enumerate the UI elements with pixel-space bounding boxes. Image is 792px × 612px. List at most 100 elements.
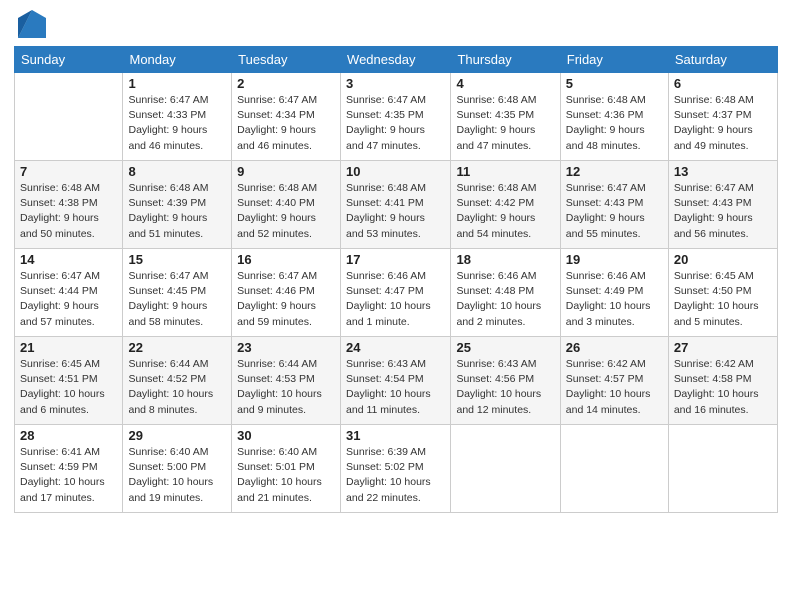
day-number: 1 bbox=[128, 76, 226, 91]
day-info: Sunrise: 6:44 AMSunset: 4:52 PMDaylight:… bbox=[128, 357, 226, 418]
calendar-cell: 15 Sunrise: 6:47 AMSunset: 4:45 PMDayligh… bbox=[123, 249, 232, 337]
day-number: 23 bbox=[237, 340, 335, 355]
weekday-header-monday: Monday bbox=[123, 47, 232, 73]
day-info: Sunrise: 6:46 AMSunset: 4:49 PMDaylight:… bbox=[566, 269, 663, 330]
calendar-cell: 1 Sunrise: 6:47 AMSunset: 4:33 PMDaylight… bbox=[123, 73, 232, 161]
day-info: Sunrise: 6:41 AMSunset: 4:59 PMDaylight:… bbox=[20, 445, 117, 506]
day-number: 13 bbox=[674, 164, 772, 179]
calendar-cell: 25Sunrise: 6:43 AMSunset: 4:56 PMDayligh… bbox=[451, 337, 560, 425]
day-number: 3 bbox=[346, 76, 445, 91]
day-number: 28 bbox=[20, 428, 117, 443]
day-number: 14 bbox=[20, 252, 117, 267]
calendar-cell: 7Sunrise: 6:48 AMSunset: 4:38 PMDaylight… bbox=[15, 161, 123, 249]
calendar-cell: 11 Sunrise: 6:48 AMSunset: 4:42 PMDayligh… bbox=[451, 161, 560, 249]
weekday-header-row: SundayMondayTuesdayWednesdayThursdayFrid… bbox=[15, 47, 778, 73]
calendar-cell: 22 Sunrise: 6:44 AMSunset: 4:52 PMDayligh… bbox=[123, 337, 232, 425]
calendar-cell: 21Sunrise: 6:45 AMSunset: 4:51 PMDayligh… bbox=[15, 337, 123, 425]
calendar-cell bbox=[668, 425, 777, 513]
day-info: Sunrise: 6:47 AMSunset: 4:33 PMDaylight:… bbox=[128, 93, 226, 154]
day-number: 10 bbox=[346, 164, 445, 179]
day-info: Sunrise: 6:47 AMSunset: 4:46 PMDaylight:… bbox=[237, 269, 335, 330]
calendar-cell: 17 Sunrise: 6:46 AMSunset: 4:47 PMDayligh… bbox=[341, 249, 451, 337]
logo bbox=[14, 10, 46, 38]
calendar-cell: 23 Sunrise: 6:44 AMSunset: 4:53 PMDayligh… bbox=[232, 337, 341, 425]
calendar-cell: 29Sunrise: 6:40 AMSunset: 5:00 PMDayligh… bbox=[123, 425, 232, 513]
day-number: 22 bbox=[128, 340, 226, 355]
calendar-cell: 13 Sunrise: 6:47 AMSunset: 4:43 PMDayligh… bbox=[668, 161, 777, 249]
week-row-4: 21Sunrise: 6:45 AMSunset: 4:51 PMDayligh… bbox=[15, 337, 778, 425]
calendar-cell bbox=[15, 73, 123, 161]
day-info: Sunrise: 6:43 AMSunset: 4:54 PMDaylight:… bbox=[346, 357, 445, 418]
day-info: Sunrise: 6:39 AMSunset: 5:02 PMDaylight:… bbox=[346, 445, 445, 506]
day-info: Sunrise: 6:47 AMSunset: 4:34 PMDaylight:… bbox=[237, 93, 335, 154]
calendar-cell: 14 Sunrise: 6:47 AMSunset: 4:44 PMDayligh… bbox=[15, 249, 123, 337]
day-number: 26 bbox=[566, 340, 663, 355]
calendar-cell: 31 Sunrise: 6:39 AMSunset: 5:02 PMDayligh… bbox=[341, 425, 451, 513]
day-number: 19 bbox=[566, 252, 663, 267]
calendar-cell: 10 Sunrise: 6:48 AMSunset: 4:41 PMDayligh… bbox=[341, 161, 451, 249]
calendar-cell: 28 Sunrise: 6:41 AMSunset: 4:59 PMDayligh… bbox=[15, 425, 123, 513]
weekday-header-wednesday: Wednesday bbox=[341, 47, 451, 73]
day-info: Sunrise: 6:42 AMSunset: 4:57 PMDaylight:… bbox=[566, 357, 663, 418]
weekday-header-friday: Friday bbox=[560, 47, 668, 73]
day-number: 12 bbox=[566, 164, 663, 179]
day-number: 21 bbox=[20, 340, 117, 355]
day-info: Sunrise: 6:48 AMSunset: 4:35 PMDaylight:… bbox=[456, 93, 554, 154]
day-number: 6 bbox=[674, 76, 772, 91]
week-row-3: 14 Sunrise: 6:47 AMSunset: 4:44 PMDayligh… bbox=[15, 249, 778, 337]
day-info: Sunrise: 6:45 AMSunset: 4:50 PMDaylight:… bbox=[674, 269, 772, 330]
day-info: Sunrise: 6:47 AMSunset: 4:35 PMDaylight:… bbox=[346, 93, 445, 154]
calendar-cell: 3 Sunrise: 6:47 AMSunset: 4:35 PMDaylight… bbox=[341, 73, 451, 161]
day-number: 15 bbox=[128, 252, 226, 267]
day-info: Sunrise: 6:47 AMSunset: 4:45 PMDaylight:… bbox=[128, 269, 226, 330]
calendar-table: SundayMondayTuesdayWednesdayThursdayFrid… bbox=[14, 46, 778, 513]
calendar-cell: 4Sunrise: 6:48 AMSunset: 4:35 PMDaylight… bbox=[451, 73, 560, 161]
day-number: 9 bbox=[237, 164, 335, 179]
day-info: Sunrise: 6:46 AMSunset: 4:47 PMDaylight:… bbox=[346, 269, 445, 330]
calendar-cell: 8 Sunrise: 6:48 AMSunset: 4:39 PMDaylight… bbox=[123, 161, 232, 249]
day-number: 29 bbox=[128, 428, 226, 443]
calendar-cell: 20 Sunrise: 6:45 AMSunset: 4:50 PMDayligh… bbox=[668, 249, 777, 337]
day-number: 8 bbox=[128, 164, 226, 179]
calendar-cell: 24 Sunrise: 6:43 AMSunset: 4:54 PMDayligh… bbox=[341, 337, 451, 425]
day-info: Sunrise: 6:48 AMSunset: 4:39 PMDaylight:… bbox=[128, 181, 226, 242]
day-number: 27 bbox=[674, 340, 772, 355]
day-info: Sunrise: 6:48 AMSunset: 4:41 PMDaylight:… bbox=[346, 181, 445, 242]
logo-icon bbox=[18, 10, 46, 38]
day-info: Sunrise: 6:47 AMSunset: 4:43 PMDaylight:… bbox=[566, 181, 663, 242]
day-number: 24 bbox=[346, 340, 445, 355]
day-number: 5 bbox=[566, 76, 663, 91]
calendar-cell: 30Sunrise: 6:40 AMSunset: 5:01 PMDayligh… bbox=[232, 425, 341, 513]
calendar-cell: 19 Sunrise: 6:46 AMSunset: 4:49 PMDayligh… bbox=[560, 249, 668, 337]
calendar-cell: 27 Sunrise: 6:42 AMSunset: 4:58 PMDayligh… bbox=[668, 337, 777, 425]
day-number: 25 bbox=[456, 340, 554, 355]
day-number: 20 bbox=[674, 252, 772, 267]
day-info: Sunrise: 6:44 AMSunset: 4:53 PMDaylight:… bbox=[237, 357, 335, 418]
calendar-cell: 16 Sunrise: 6:47 AMSunset: 4:46 PMDayligh… bbox=[232, 249, 341, 337]
day-number: 18 bbox=[456, 252, 554, 267]
day-info: Sunrise: 6:42 AMSunset: 4:58 PMDaylight:… bbox=[674, 357, 772, 418]
day-number: 30 bbox=[237, 428, 335, 443]
calendar-cell: 6 Sunrise: 6:48 AMSunset: 4:37 PMDaylight… bbox=[668, 73, 777, 161]
day-number: 31 bbox=[346, 428, 445, 443]
day-number: 16 bbox=[237, 252, 335, 267]
day-info: Sunrise: 6:47 AMSunset: 4:44 PMDaylight:… bbox=[20, 269, 117, 330]
day-number: 7 bbox=[20, 164, 117, 179]
calendar-cell: 9 Sunrise: 6:48 AMSunset: 4:40 PMDaylight… bbox=[232, 161, 341, 249]
day-info: Sunrise: 6:48 AMSunset: 4:42 PMDaylight:… bbox=[456, 181, 554, 242]
weekday-header-thursday: Thursday bbox=[451, 47, 560, 73]
day-info: Sunrise: 6:48 AMSunset: 4:40 PMDaylight:… bbox=[237, 181, 335, 242]
calendar-cell bbox=[560, 425, 668, 513]
day-info: Sunrise: 6:47 AMSunset: 4:43 PMDaylight:… bbox=[674, 181, 772, 242]
calendar-cell: 12 Sunrise: 6:47 AMSunset: 4:43 PMDayligh… bbox=[560, 161, 668, 249]
weekday-header-sunday: Sunday bbox=[15, 47, 123, 73]
day-number: 17 bbox=[346, 252, 445, 267]
week-row-2: 7Sunrise: 6:48 AMSunset: 4:38 PMDaylight… bbox=[15, 161, 778, 249]
calendar-cell: 5Sunrise: 6:48 AMSunset: 4:36 PMDaylight… bbox=[560, 73, 668, 161]
page-container: SundayMondayTuesdayWednesdayThursdayFrid… bbox=[0, 0, 792, 523]
calendar-cell: 18 Sunrise: 6:46 AMSunset: 4:48 PMDayligh… bbox=[451, 249, 560, 337]
day-info: Sunrise: 6:48 AMSunset: 4:37 PMDaylight:… bbox=[674, 93, 772, 154]
calendar-cell bbox=[451, 425, 560, 513]
day-info: Sunrise: 6:46 AMSunset: 4:48 PMDaylight:… bbox=[456, 269, 554, 330]
day-number: 11 bbox=[456, 164, 554, 179]
